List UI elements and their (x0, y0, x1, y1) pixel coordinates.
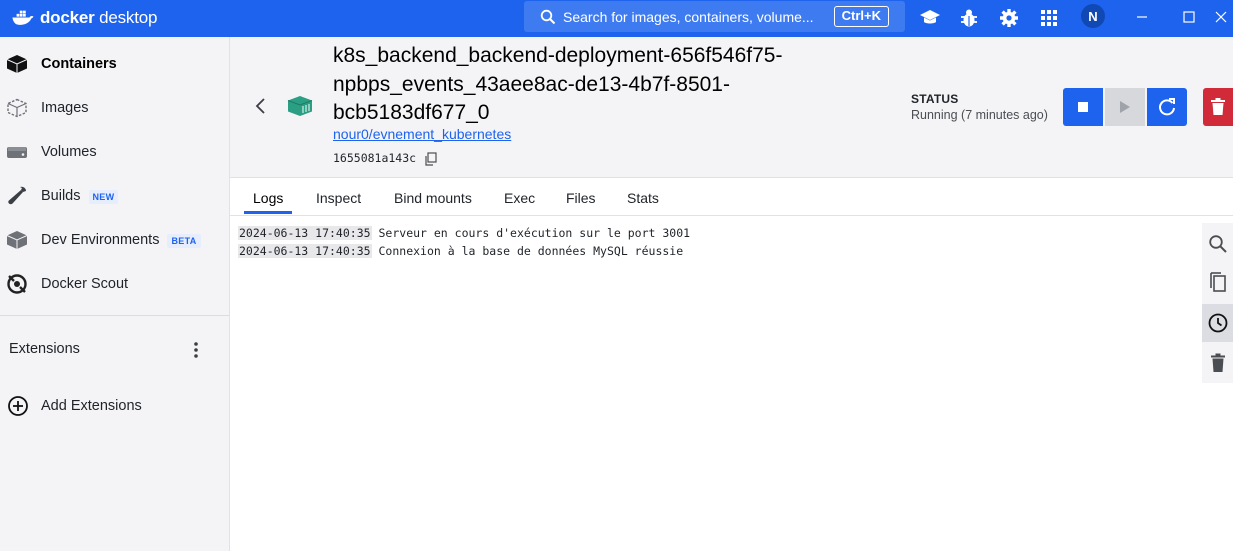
sidebar-item-label: Images (41, 100, 89, 116)
images-icon (6, 97, 28, 119)
search-logs-icon[interactable] (1202, 225, 1233, 263)
sidebar-item-label: Docker Scout (41, 276, 129, 292)
log-viewer[interactable]: 2024-06-13 17:40:35 Serveur en cours d'e… (230, 216, 1200, 551)
sidebar: Containers Images Volumes Builds NEW Dev … (0, 37, 230, 551)
log-toolbar (1202, 223, 1233, 383)
sidebar-item-images[interactable]: Images (0, 88, 229, 128)
restart-button[interactable] (1147, 88, 1187, 126)
global-search[interactable]: Search for images, containers, volume...… (524, 1, 905, 32)
search-placeholder: Search for images, containers, volume... (563, 8, 814, 25)
tab-inspect[interactable]: Inspect (316, 190, 361, 206)
timestamps-toggle-icon[interactable] (1202, 304, 1233, 342)
sidebar-item-builds[interactable]: Builds NEW (0, 176, 229, 216)
docker-desktop-logo: docker desktop (12, 7, 157, 29)
active-tab-indicator (244, 211, 292, 214)
restart-icon (1159, 98, 1175, 116)
delete-button[interactable] (1203, 88, 1233, 126)
bug-icon[interactable] (957, 6, 981, 30)
extensions-menu-icon[interactable] (186, 339, 206, 361)
sidebar-item-docker-scout[interactable]: Docker Scout (0, 264, 229, 304)
sidebar-item-label: Dev Environments BETA (41, 232, 201, 248)
user-avatar[interactable]: N (1081, 4, 1105, 28)
sidebar-item-dev-environments[interactable]: Dev Environments BETA (0, 220, 229, 260)
container-id: 1655081a143c (333, 151, 417, 165)
add-extensions-button[interactable]: Add Extensions (0, 386, 229, 426)
log-line: 2024-06-13 17:40:35 Connexion à la base … (238, 244, 683, 258)
back-chevron-icon[interactable] (252, 97, 270, 115)
beta-badge: BETA (167, 234, 201, 248)
apps-grid-icon[interactable] (1037, 6, 1061, 30)
log-timestamp: 2024-06-13 17:40:35 (238, 226, 372, 240)
new-badge: NEW (88, 190, 119, 204)
close-window-icon[interactable] (1210, 6, 1232, 28)
search-icon (540, 9, 556, 24)
stop-icon (1078, 102, 1088, 112)
sidebar-item-label: Volumes (41, 144, 97, 160)
extensions-heading: Extensions (9, 341, 80, 357)
stop-button[interactable] (1063, 88, 1103, 126)
docker-whale-icon (12, 10, 34, 25)
status-value: Running (7 minutes ago) (911, 108, 1048, 122)
brand-name: docker desktop (40, 8, 158, 27)
top-bar: docker desktop Search for images, contai… (0, 0, 1233, 37)
tab-files[interactable]: Files (566, 190, 596, 206)
sidebar-item-volumes[interactable]: Volumes (0, 132, 229, 172)
tab-stats[interactable]: Stats (627, 190, 659, 206)
settings-icon[interactable] (997, 6, 1021, 30)
containers-icon (6, 53, 28, 75)
maximize-window-icon[interactable] (1178, 6, 1200, 28)
container-header: k8s_backend_backend-deployment-656f546f7… (230, 37, 1233, 178)
sidebar-item-label: Builds NEW (41, 188, 119, 204)
clear-logs-icon[interactable] (1202, 344, 1233, 382)
container-name: k8s_backend_backend-deployment-656f546f7… (333, 44, 783, 124)
log-message: Serveur en cours d'exécution sur le port… (378, 226, 691, 240)
search-shortcut-badge: Ctrl+K (833, 6, 889, 27)
docker-scout-icon (6, 273, 28, 295)
container-tabs: Logs Inspect Bind mounts Exec Files Stat… (230, 178, 1233, 216)
sidebar-item-label: Containers (41, 56, 117, 72)
play-icon (1120, 101, 1130, 113)
container-icon (287, 95, 313, 117)
tab-logs[interactable]: Logs (253, 190, 283, 206)
trash-icon (1211, 98, 1225, 115)
add-circle-icon (7, 395, 29, 417)
tab-bind-mounts[interactable]: Bind mounts (394, 190, 472, 206)
image-link[interactable]: nour0/evnement_kubernetes (333, 126, 511, 142)
add-extensions-label: Add Extensions (41, 398, 142, 414)
learning-center-icon[interactable] (918, 6, 942, 30)
start-button[interactable] (1105, 88, 1145, 126)
log-message: Connexion à la base de données MySQL réu… (378, 244, 684, 258)
sidebar-divider (0, 315, 229, 316)
tab-exec[interactable]: Exec (504, 190, 535, 206)
builds-icon (6, 185, 28, 207)
copy-id-icon[interactable] (424, 152, 437, 166)
status-label: STATUS (911, 92, 959, 106)
log-line: 2024-06-13 17:40:35 Serveur en cours d'e… (238, 226, 690, 240)
dev-environments-icon (6, 229, 28, 251)
copy-logs-icon[interactable] (1202, 264, 1233, 302)
sidebar-item-containers[interactable]: Containers (0, 44, 229, 84)
log-timestamp: 2024-06-13 17:40:35 (238, 244, 372, 258)
minimize-window-icon[interactable] (1131, 6, 1153, 28)
volumes-icon (6, 141, 28, 163)
